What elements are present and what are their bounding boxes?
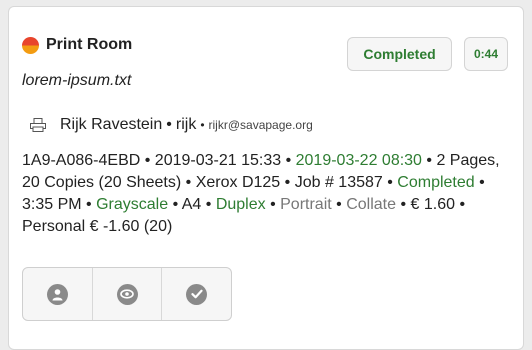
- user-icon: [46, 283, 68, 305]
- eye-icon: [116, 283, 138, 305]
- printer-model: Xerox D125: [195, 174, 281, 191]
- job-id: 1A9-A086-4EBD: [22, 152, 141, 169]
- status-time: 3:35 PM: [22, 196, 82, 213]
- check-icon: [186, 283, 208, 305]
- preview-button[interactable]: [93, 268, 163, 320]
- separator: •: [200, 118, 205, 132]
- job-cost: € 1.60: [410, 196, 455, 213]
- job-details: 1A9-A086-4EBD • 2019-03-21 15:33 • 2019-…: [22, 152, 500, 235]
- printer-icon: [30, 118, 46, 132]
- job-action-buttons: [22, 267, 232, 321]
- user-email: rijkr@savapage.org: [208, 118, 313, 132]
- account-charge: Personal € -1.60 (20): [22, 218, 173, 235]
- duplex-mode: Duplex: [215, 196, 266, 213]
- user-name: Rijk Ravestein: [60, 116, 163, 133]
- status-badge: Completed: [347, 37, 452, 71]
- orientation: Portrait: [280, 196, 332, 213]
- complete-button[interactable]: [162, 268, 231, 320]
- job-status: Completed: [397, 174, 475, 191]
- job-number: Job # 13587: [294, 174, 383, 191]
- completed-time: 2019-03-22 08:30: [295, 152, 422, 169]
- collate: Collate: [346, 196, 397, 213]
- document-name: lorem-ipsum.txt: [22, 72, 132, 89]
- printer-header: Print Room: [22, 36, 132, 54]
- submitted-time: 2019-03-21 15:33: [154, 152, 282, 169]
- printer-title: Print Room: [46, 36, 133, 53]
- separator: •: [166, 116, 172, 133]
- user-id: rijk: [175, 116, 197, 133]
- user-button[interactable]: [23, 268, 93, 320]
- paper-size: A4: [181, 196, 202, 213]
- elapsed-time-badge: 0:44: [464, 37, 508, 71]
- printer-status-icon: [22, 36, 39, 54]
- color-mode: Grayscale: [96, 196, 169, 213]
- user-row: Rijk Ravestein • rijk • rijkr@savapage.o…: [30, 116, 313, 134]
